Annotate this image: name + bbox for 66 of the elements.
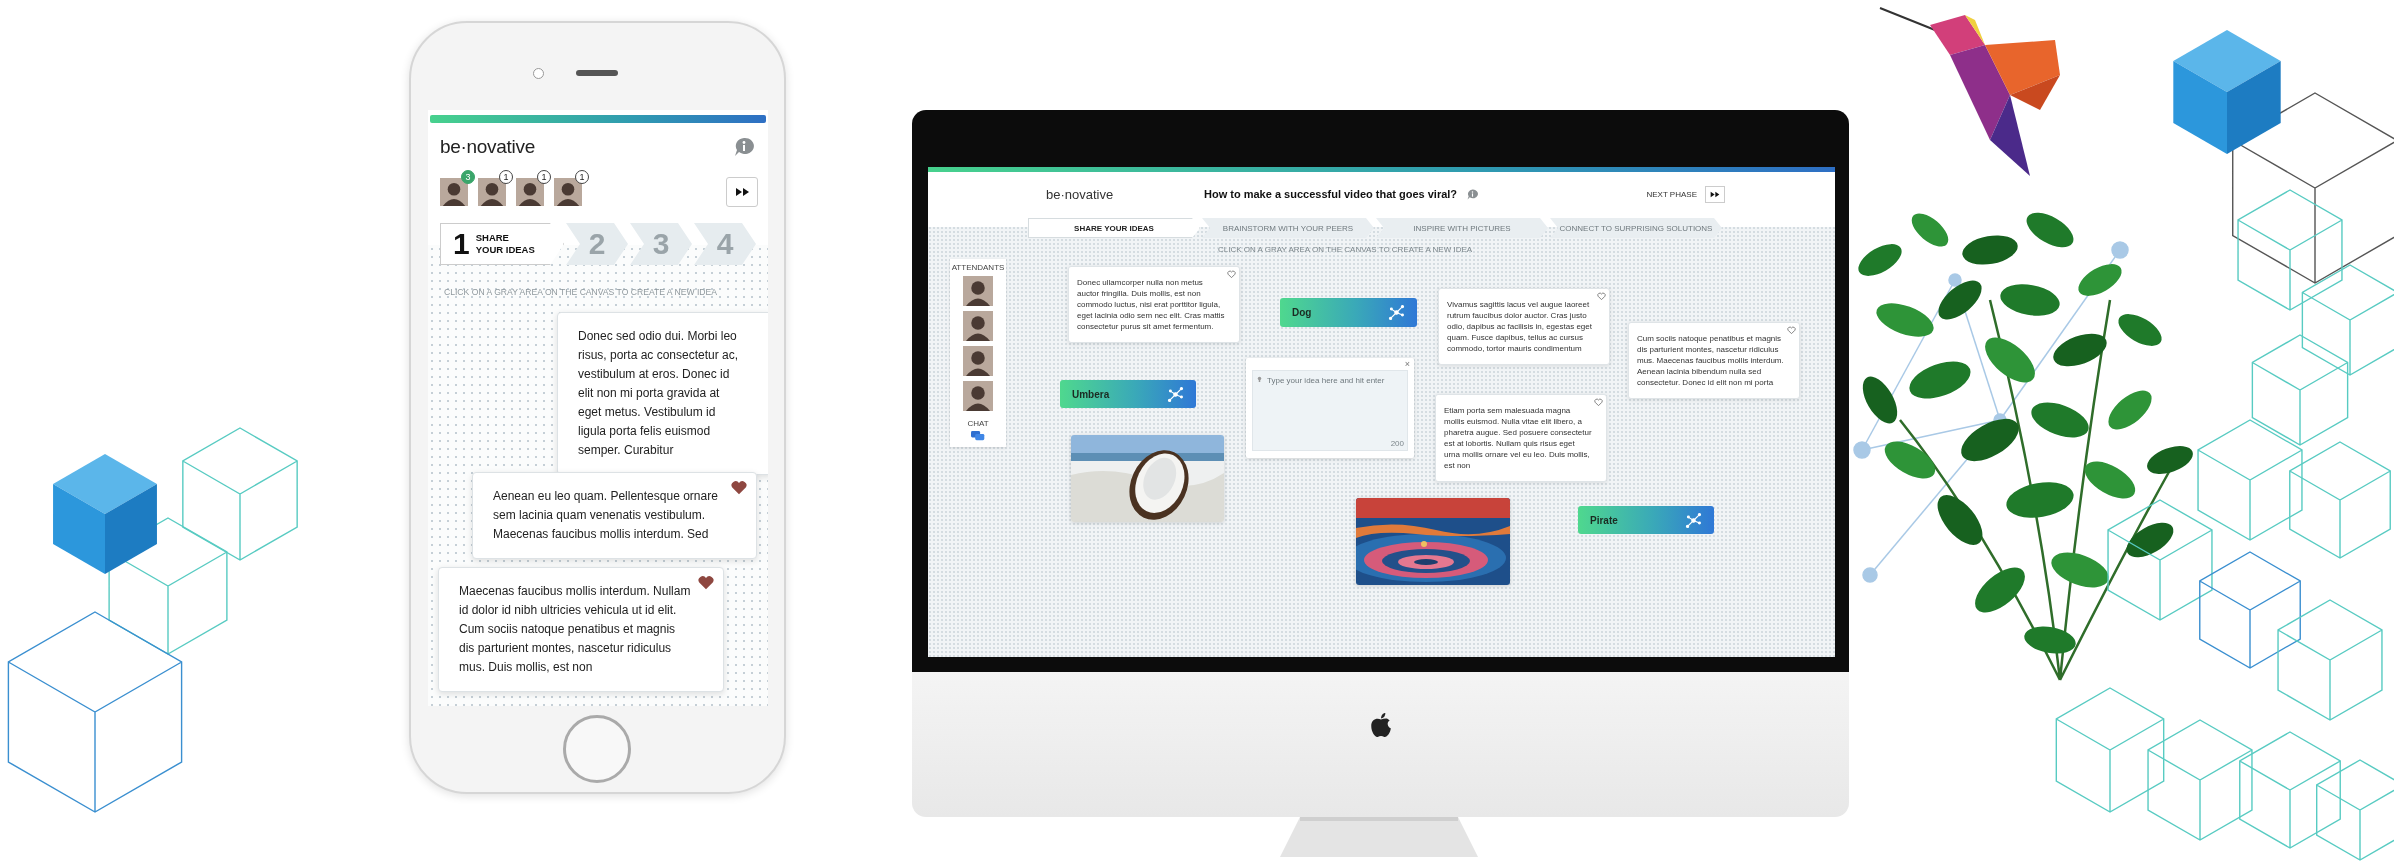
- avatar-icon: [440, 178, 468, 206]
- idea-tag[interactable]: Umbera: [1060, 380, 1196, 408]
- avatar-icon: [963, 275, 993, 307]
- info-icon[interactable]: [1467, 188, 1479, 200]
- logo-icon: [1369, 711, 1392, 738]
- idea-tag[interactable]: Pirate: [1578, 506, 1714, 534]
- question-title: How to make a successful video that goes viral?: [1204, 188, 1458, 200]
- idea-card[interactable]: Aenean eu leo quam. Pellentesque ornare sem lacinia quam venenatis vestibulum. Maecenas faucibus mollis interdum. Sed: [472, 472, 757, 559]
- character-count: 200: [1390, 439, 1404, 448]
- logo: be·novative: [440, 136, 535, 158]
- idea-card[interactable]: Maecenas faucibus mollis interdum. Nullam id dolor id nibh ultricies vehicula ut id elit. Cum sociis natoque penatibus et magnis dis parturient montes, nascetur ridiculus mus. Duis mollis, est non: [438, 567, 724, 692]
- next-phase-label: NEXT PHASE: [1646, 189, 1697, 199]
- idea-card[interactable]: Cum sociis natoque penatibus et magnis dis parturient montes, nascetur ridiculus mus. Maecenas faucibus mollis interdum. Aenean lacinia bibendum nulla sed consectetur. Donec id elit non mi porta: [1628, 322, 1800, 399]
- heart-outline-icon[interactable]: [1227, 270, 1236, 279]
- chat-icon[interactable]: [971, 431, 985, 441]
- count-badge: 1: [575, 170, 589, 184]
- count-badge: 3: [461, 170, 475, 184]
- heart-outline-icon[interactable]: [1597, 292, 1606, 301]
- logo: be·novative: [1046, 186, 1115, 202]
- heart-icon[interactable]: [697, 574, 715, 592]
- idea-text: Vivamus sagittis lacus vel augue laoreet rutrum faucibus dolor auctor. Cras justo odio, dapibus ac facilisis in, egestas eget quam. Fusce dapibus, tellus ac cursus commodo, tortor mauris condimentum: [1447, 299, 1593, 354]
- chat-label: CHAT: [967, 419, 989, 428]
- hint-text: CLICK ON A GRAY AREA ON THE CANVAS TO CREATE A NEW IDEA: [444, 287, 717, 297]
- hint-text: CLICK ON A GRAY AREA ON THE CANVAS TO CREATE A NEW IDEA: [1218, 245, 1473, 254]
- idea-text: Cum sociis natoque penatibus et magnis dis parturient montes, nascetur ridiculus mus. Maecenas faucibus mollis interdum. Aenean lacinia bibendum nulla sed consectetur. Donec id elit non mi porta: [1637, 333, 1785, 388]
- tag-label: Pirate: [1590, 514, 1618, 526]
- network-icon[interactable]: [1167, 385, 1184, 403]
- camera-dot: [533, 68, 544, 79]
- avatar-icon: [963, 310, 993, 342]
- idea-card[interactable]: [1435, 394, 1607, 482]
- idea-card[interactable]: Vivamus sagittis lacus vel augue laoreet rutrum faucibus dolor auctor. Cras justo odio, dapibus ac facilisis in, egestas eget quam. Fusce dapibus, tellus ac cursus commodo, tortor mauris condimentum: [1438, 288, 1610, 365]
- heart-outline-icon[interactable]: [1594, 398, 1603, 407]
- lightbulb-icon: [1257, 376, 1262, 383]
- idea-text: Maecenas faucibus mollis interdum. Nullam id dolor id nibh ultricies vehicula ut id elit. Cum sociis natoque penatibus et magnis dis parturient montes, nascetur ridiculus mus. Duis mollis, est non: [459, 583, 692, 676]
- heart-outline-icon[interactable]: [1787, 326, 1796, 335]
- avatar-icon: [554, 178, 582, 206]
- idea-text: Donec sed odio dui. Morbi leo risus, porta ac consectetur ac, vestibulum at eros. Donec id elit non mi porta gravida at eget metus. Vestibulum id ligula porta felis euismod semper. Curabitur: [578, 328, 740, 459]
- avatar-icon: [963, 345, 993, 377]
- idea-text: Aenean eu leo quam. Pellentesque ornare sem lacinia quam venenatis vestibulum. Maecenas faucibus mollis interdum. Sed: [493, 488, 719, 543]
- speaker-slot: [576, 70, 618, 76]
- info-icon[interactable]: [734, 137, 754, 157]
- avatar-icon: [478, 178, 506, 206]
- network-icon[interactable]: [1388, 304, 1405, 321]
- tag-label: Dog: [1292, 307, 1312, 318]
- attendants-label: ATTENDANTS: [951, 263, 1005, 272]
- count-badge: 1: [537, 170, 551, 184]
- tag-label: Umbera: [1072, 388, 1110, 400]
- idea-card[interactable]: Donec sed odio dui. Morbi leo risus, porta ac consectetur ac, vestibulum at eros. Donec id elit non mi porta gravida at eget metus. Vestibulum id ligula porta felis euismod semper. Curabitur: [557, 312, 768, 475]
- next-phase-button[interactable]: [1705, 185, 1725, 203]
- count-badge: 1: [499, 170, 513, 184]
- idea-card[interactable]: Donec ullamcorper nulla non metus auctor fringilla. Duis mollis, est non commodo luctus, nisi erat porttitor ligula, eget lacinia odio sem nec elit. Cras mattis consectetur purus sit amet fermentum.: [1068, 266, 1240, 343]
- step-tab[interactable]: CONNECT TO SURPRISING SOLUTIONS: [1550, 218, 1722, 238]
- fast-forward-icon: [1710, 190, 1720, 198]
- step-tab[interactable]: SHARE YOUR IDEAS: [1028, 218, 1200, 238]
- avatar-icon: [963, 380, 993, 412]
- heart-icon[interactable]: [730, 479, 748, 497]
- network-icon[interactable]: [1685, 511, 1702, 529]
- idea-text: Etiam porta sem malesuada magna mollis euismod. Nulla vitae elit libero, a pharetra augue. Sed posuere consectetur est at lobortis. Nullam quis risus eget urna mollis ornare vel eu leo. Duis mollis, est non: [1444, 405, 1592, 471]
- avatar-icon: [516, 178, 544, 206]
- step-tab[interactable]: INSPIRE WITH PICTURES: [1376, 218, 1548, 238]
- idea-tag[interactable]: Dog: [1280, 298, 1417, 327]
- next-phase-button[interactable]: [726, 177, 758, 207]
- idea-text: Donec ullamcorper nulla non metus auctor fringilla. Duis mollis, est non commodo luctus, nisi erat porttitor ligula, eget lacinia odio sem nec elit. Cras mattis consectetur purus sit amet fermentum.: [1077, 277, 1225, 332]
- fast-forward-icon: [734, 187, 750, 197]
- step-tab[interactable]: BRAINSTORM WITH YOUR PEERS: [1202, 218, 1374, 238]
- close-button[interactable]: ×: [1404, 359, 1410, 369]
